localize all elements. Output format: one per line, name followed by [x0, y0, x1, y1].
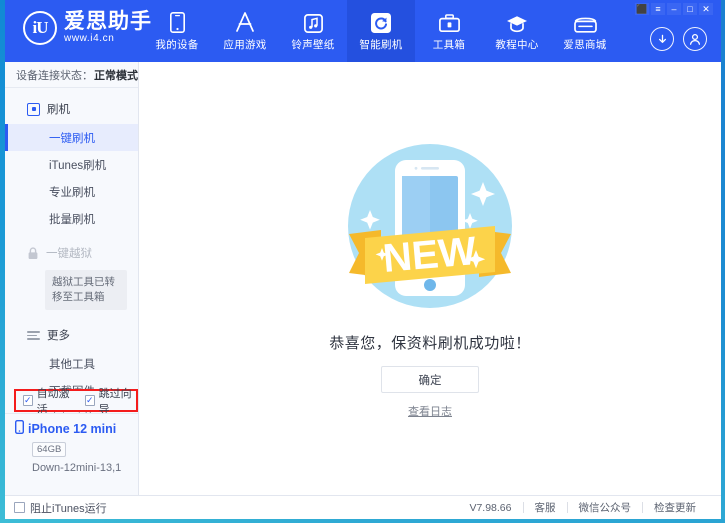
block-itunes-checkbox[interactable]: 阻止iTunes运行	[14, 500, 107, 516]
window-edge-right	[721, 0, 725, 523]
nav-label: 铃声壁纸	[291, 37, 334, 52]
music-icon	[304, 11, 323, 33]
sidebar-group-label: 更多	[47, 327, 70, 343]
check-update-link[interactable]: 检查更新	[643, 500, 707, 515]
confirm-button[interactable]: 确定	[381, 366, 479, 393]
sidebar-group-flash: 刷机	[5, 94, 138, 124]
phone-icon	[170, 11, 185, 33]
device-name-row: iPhone 12 mini	[15, 420, 138, 437]
checkbox-box	[14, 502, 25, 513]
graduation-icon	[506, 11, 528, 33]
sidebar-item-label: 专业刷机	[49, 184, 95, 200]
toolbox-icon	[439, 11, 460, 33]
window-edge-bottom	[0, 519, 725, 523]
nav-label: 教程中心	[495, 37, 538, 52]
nav-label: 我的设备	[155, 37, 198, 52]
menu-icon[interactable]: ≡	[651, 3, 665, 15]
flash-icon	[27, 103, 40, 116]
refresh-icon	[371, 11, 391, 33]
sidebar-item-itunes-flash[interactable]: iTunes刷机	[5, 151, 138, 178]
jailbreak-moved-tooltip: 越狱工具已转移至工具箱	[45, 270, 127, 310]
device-connection-status: 设备连接状态：正常模式	[5, 62, 138, 88]
maximize-icon[interactable]: □	[683, 3, 697, 15]
sidebar-item-label: 其他工具	[49, 356, 95, 372]
header-actions	[650, 27, 707, 51]
nav-label: 应用游戏	[223, 37, 266, 52]
nav-item-toolbox[interactable]: 工具箱	[415, 0, 483, 62]
nav-item-my-device[interactable]: 我的设备	[143, 0, 211, 62]
sidebar-item-label: iTunes刷机	[49, 157, 106, 173]
brand-name: 爱思助手	[64, 11, 152, 33]
nav-item-tutorial-center[interactable]: 教程中心	[483, 0, 551, 62]
sidebar-item-pro-flash[interactable]: 专业刷机	[5, 178, 138, 205]
auto-activate-checkbox[interactable]: ✓ 自动激活	[23, 385, 74, 417]
checkbox-label: 跳过向导	[99, 385, 136, 417]
sidebar-item-label: 批量刷机	[49, 211, 95, 227]
sidebar-item-batch-flash[interactable]: 批量刷机	[5, 205, 138, 232]
sidebar-item-label: 一键刷机	[49, 130, 95, 146]
window-edge-left	[0, 0, 5, 523]
sidebar-group-more: 更多	[5, 320, 138, 350]
flash-options-highlight: ✓ 自动激活 ✓ 跳过向导	[14, 389, 138, 412]
app-header: iU 爱思助手 www.i4.cn 我的设备 应用游戏	[5, 0, 721, 62]
sidebar-item-one-key-flash[interactable]: 一键刷机	[5, 124, 138, 151]
view-log-label: 查看日志	[408, 406, 452, 418]
close-icon[interactable]: ✕	[699, 3, 713, 15]
checkbox-label: 阻止iTunes运行	[30, 500, 107, 516]
lock-icon	[27, 247, 39, 260]
nav-label: 工具箱	[433, 37, 465, 52]
success-message: 恭喜您，保资料刷机成功啦！	[139, 332, 721, 353]
status-label: 设备连接状态：	[16, 67, 93, 83]
nav-item-smart-flash[interactable]: 智能刷机	[347, 0, 415, 62]
brand-text: 爱思助手 www.i4.cn	[64, 11, 152, 45]
pin-icon[interactable]: ⬛	[635, 3, 649, 15]
checkbox-box: ✓	[23, 395, 33, 406]
device-name: iPhone 12 mini	[28, 422, 116, 436]
minimize-icon[interactable]: –	[667, 3, 681, 15]
nav-item-apps-games[interactable]: 应用游戏	[211, 0, 279, 62]
svg-text:NEW: NEW	[381, 229, 478, 281]
account-icon[interactable]	[683, 27, 707, 51]
status-bar: 阻止iTunes运行 V7.98.66 客服 微信公众号 检查更新	[5, 495, 721, 519]
nav-item-i4-store[interactable]: 爱思商城	[551, 0, 619, 62]
brand-logo[interactable]: iU 爱思助手 www.i4.cn	[23, 11, 152, 45]
brand-url: www.i4.cn	[64, 34, 152, 45]
main-content: NEW 恭喜您，保资料刷机成功啦！ 确定 查看日志	[139, 62, 721, 499]
store-icon	[574, 11, 597, 33]
status-bar-links: V7.98.66 客服 微信公众号 检查更新	[458, 500, 707, 515]
success-illustration: NEW	[335, 138, 525, 328]
sidebar-item-other-tools[interactable]: 其他工具	[5, 350, 138, 377]
support-link[interactable]: 客服	[524, 500, 567, 515]
view-log-link[interactable]: 查看日志	[139, 403, 721, 419]
checkbox-box: ✓	[85, 395, 95, 406]
version-label: V7.98.66	[458, 502, 522, 514]
download-icon[interactable]	[650, 27, 674, 51]
sidebar-group-jailbreak: 一键越狱	[5, 238, 138, 268]
nav-item-ringtones-wallpapers[interactable]: 铃声壁纸	[279, 0, 347, 62]
device-identifier: Down-12mini-13,1	[32, 462, 138, 474]
sidebar-group-label: 一键越狱	[46, 245, 92, 261]
nav-label: 智能刷机	[359, 37, 402, 52]
list-icon	[27, 331, 40, 340]
checkbox-label: 自动激活	[37, 385, 74, 417]
nav-label: 爱思商城	[563, 37, 606, 52]
apps-icon	[234, 11, 256, 33]
sidebar-group-label: 刷机	[47, 101, 70, 117]
main-nav: 我的设备 应用游戏 铃声壁纸 智能刷机	[143, 0, 619, 62]
device-phone-icon	[15, 420, 24, 437]
app-window: iU 爱思助手 www.i4.cn 我的设备 应用游戏	[0, 0, 725, 523]
skip-wizard-checkbox[interactable]: ✓ 跳过向导	[85, 385, 136, 417]
device-capacity-badge: 64GB	[32, 442, 66, 457]
logo-mark-icon: iU	[23, 11, 57, 45]
sidebar: 设备连接状态：正常模式 刷机 一键刷机 iTunes刷机 专业刷机 批量刷机 一…	[5, 62, 139, 499]
connected-device-card[interactable]: iPhone 12 mini 64GB Down-12mini-13,1	[5, 413, 138, 477]
window-controls: ⬛ ≡ – □ ✕	[635, 3, 713, 15]
wechat-link[interactable]: 微信公众号	[568, 500, 643, 515]
status-value: 正常模式	[94, 67, 138, 83]
